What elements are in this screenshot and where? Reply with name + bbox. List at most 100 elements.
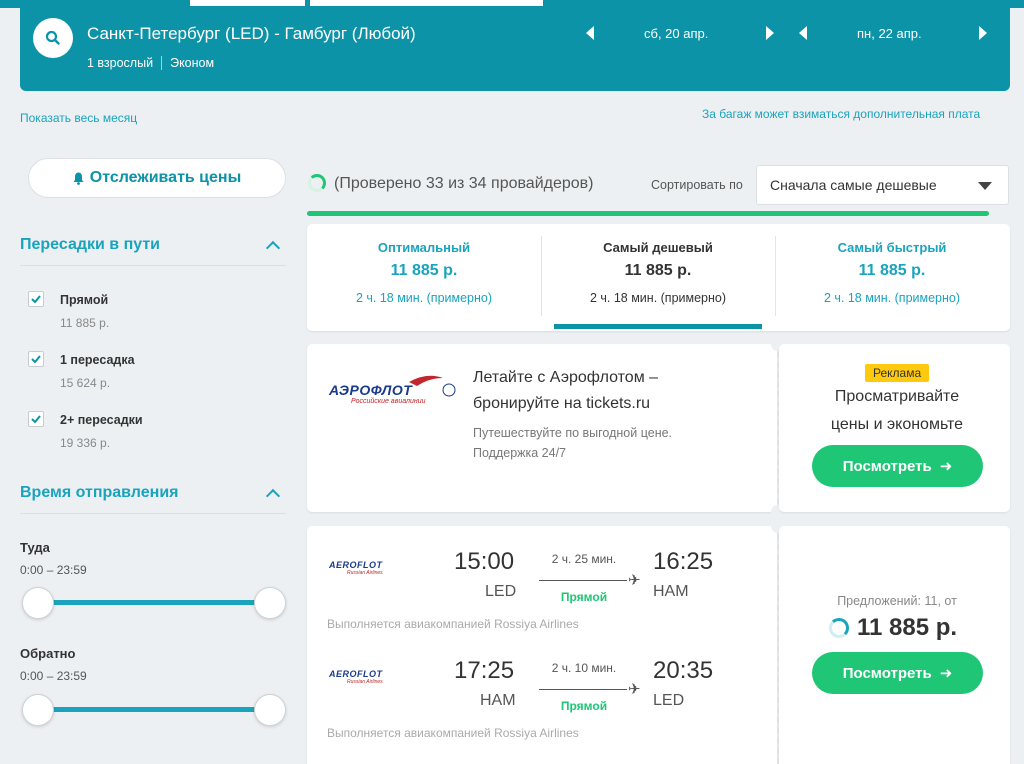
return-slider-min-handle[interactable] bbox=[22, 694, 54, 726]
ad-card[interactable]: АЭРОФЛОТ Российские авиалинии Летайте с … bbox=[307, 344, 777, 512]
stop-option-price: 15 624 р. bbox=[60, 376, 111, 390]
search-button[interactable] bbox=[33, 18, 73, 58]
sort-label: Сортировать по bbox=[651, 178, 743, 192]
search-header: Санкт-Петербург (LED) - Гамбург (Любой) … bbox=[20, 8, 1010, 91]
ad-title-line: бронируйте на tickets.ru bbox=[473, 395, 651, 412]
route-title[interactable]: Санкт-Петербург (LED) - Гамбург (Любой) bbox=[87, 24, 416, 44]
active-tab-indicator bbox=[554, 324, 762, 329]
stops-filter-title[interactable]: Пересадки в пути bbox=[20, 236, 160, 254]
offers-count: Предложений: 11, от bbox=[837, 594, 957, 608]
airline-logo-sub: Russian Airlines bbox=[347, 679, 383, 685]
stop-option-price: 19 336 р. bbox=[60, 436, 111, 450]
return-date[interactable]: пн, 22 апр. bbox=[857, 26, 922, 41]
return-range: 0:00 – 23:59 bbox=[20, 669, 87, 683]
track-prices-button[interactable]: Отслеживать цены bbox=[28, 158, 286, 198]
tab-cheapest[interactable]: Самый дешевый 11 885 р. 2 ч. 18 мин. (пр… bbox=[541, 224, 775, 331]
return-slider-max-handle[interactable] bbox=[254, 694, 286, 726]
tab-fastest[interactable]: Самый быстрый 11 885 р. 2 ч. 18 мин. (пр… bbox=[775, 224, 1009, 331]
leg-departure-time: 15:00 bbox=[454, 548, 515, 575]
ad-title-line: Летайте с Аэрофлотом – bbox=[473, 369, 659, 386]
airline-logo: AEROFLOT Russian Airlines bbox=[329, 560, 383, 576]
return-slider-track[interactable] bbox=[38, 707, 270, 712]
next-depart-date-icon[interactable] bbox=[766, 26, 774, 40]
passengers-count: 1 взрослый bbox=[87, 56, 154, 70]
tab-duration: 2 ч. 18 мин. (примерно) bbox=[589, 291, 727, 305]
view-offer-button-label: Посмотреть bbox=[842, 664, 932, 682]
loading-spinner-icon bbox=[308, 174, 326, 192]
leg-duration: 2 ч. 25 мин. bbox=[551, 552, 617, 566]
leg-departure-airport: HAM bbox=[480, 692, 516, 709]
ad-view-button[interactable]: Посмотреть ➜ bbox=[812, 445, 983, 487]
airline-logo-word: AEROFLOT bbox=[329, 560, 383, 570]
providers-checked-status: (Проверено 33 из 34 провайдеров) bbox=[334, 175, 594, 192]
tab-price: 11 885 р. bbox=[390, 262, 458, 279]
return-label: Обратно bbox=[20, 646, 76, 661]
prev-return-date-icon[interactable] bbox=[799, 26, 807, 40]
outbound-label: Туда bbox=[20, 540, 50, 555]
leg-stops: Прямой bbox=[560, 699, 608, 713]
stop-option-label[interactable]: 1 пересадка bbox=[60, 353, 135, 367]
checkbox-2-plus-stops[interactable] bbox=[28, 411, 44, 427]
airplane-icon: ✈ bbox=[628, 681, 641, 698]
sort-selected-value: Сначала самые дешевые bbox=[770, 177, 937, 193]
bell-icon bbox=[73, 172, 84, 185]
ad-cta-line: Просматривайте bbox=[834, 388, 960, 405]
sort-select[interactable]: Сначала самые дешевые bbox=[756, 165, 1009, 205]
ad-logo-word: АЭРОФЛОТ bbox=[329, 382, 413, 398]
chevron-up-icon[interactable] bbox=[265, 488, 281, 504]
flight-result-card[interactable]: AEROFLOT Russian Airlines 15:00 LED 2 ч.… bbox=[307, 526, 777, 764]
leg-arrival-time: 16:25 bbox=[653, 548, 714, 575]
divider bbox=[161, 56, 163, 70]
stop-option-label[interactable]: Прямой bbox=[60, 293, 108, 307]
loading-spinner-icon bbox=[829, 618, 849, 638]
tab-duration: 2 ч. 18 мин. (примерно) bbox=[823, 291, 961, 305]
search-icon bbox=[45, 30, 60, 45]
leg-duration: 2 ч. 10 мин. bbox=[551, 661, 617, 675]
ad-view-button-label: Посмотреть bbox=[842, 457, 932, 475]
departure-time-filter-title[interactable]: Время отправления bbox=[20, 484, 179, 502]
track-prices-label: Отслеживать цены bbox=[89, 169, 242, 186]
aeroflot-logo: АЭРОФЛОТ Российские авиалинии bbox=[329, 375, 456, 405]
outbound-slider-max-handle[interactable] bbox=[254, 587, 286, 619]
prev-depart-date-icon[interactable] bbox=[586, 26, 594, 40]
ad-subtitle-line: Поддержка 24/7 bbox=[473, 446, 567, 460]
leg-route-line bbox=[539, 689, 627, 690]
stop-option-label[interactable]: 2+ пересадки bbox=[60, 413, 143, 427]
tab-title: Самый быстрый bbox=[837, 240, 947, 255]
caret-down-icon bbox=[978, 182, 992, 190]
ad-badge: Реклама bbox=[865, 364, 930, 382]
depart-date[interactable]: сб, 20 апр. bbox=[644, 26, 708, 41]
leg-operated-by: Выполняется авиакомпанией Rossiya Airlin… bbox=[327, 726, 579, 740]
top-strip bbox=[0, 0, 1024, 8]
outbound-slider-min-handle[interactable] bbox=[22, 587, 54, 619]
tab-optimal[interactable]: Оптимальный 11 885 р. 2 ч. 18 мин. (прим… bbox=[307, 224, 541, 331]
airline-logo-word: AEROFLOT bbox=[329, 669, 383, 679]
ad-subtitle-line: Путешествуйте по выгодной цене. bbox=[473, 426, 673, 440]
cabin-class: Эконом bbox=[170, 56, 215, 70]
leg-arrival-time: 20:35 bbox=[653, 657, 714, 684]
arrow-right-icon: ➜ bbox=[939, 458, 953, 475]
stop-option-price: 11 885 р. bbox=[60, 316, 110, 330]
outbound-slider-track[interactable] bbox=[38, 600, 270, 605]
baggage-note: За багаж может взиматься дополнительная … bbox=[702, 107, 981, 121]
leg-arrival-airport: LED bbox=[653, 692, 685, 709]
tab-title: Оптимальный bbox=[377, 240, 471, 255]
show-month-link[interactable]: Показать весь месяц bbox=[20, 111, 137, 125]
tab-duration: 2 ч. 18 мин. (примерно) bbox=[355, 291, 493, 305]
view-offer-button[interactable]: Посмотреть ➜ bbox=[812, 652, 983, 694]
search-progress-bar bbox=[307, 211, 989, 216]
leg-departure-time: 17:25 bbox=[454, 657, 515, 684]
chevron-up-icon[interactable] bbox=[265, 240, 281, 256]
ad-cta-panel: Реклама Просматривайте цены и экономьте … bbox=[779, 344, 1010, 512]
divider bbox=[20, 513, 286, 514]
result-price-value: 11 885 р. bbox=[857, 614, 958, 641]
result-price-panel: Предложений: 11, от 11 885 р. Посмотреть… bbox=[779, 526, 1010, 764]
check-icon bbox=[31, 355, 41, 363]
outbound-range: 0:00 – 23:59 bbox=[20, 563, 87, 577]
checkbox-1-stop[interactable] bbox=[28, 351, 44, 367]
checkbox-direct[interactable] bbox=[28, 291, 44, 307]
airline-logo: AEROFLOT Russian Airlines bbox=[329, 669, 383, 685]
next-return-date-icon[interactable] bbox=[979, 26, 987, 40]
ad-cta-text: Просматривайте цены и экономьте bbox=[779, 383, 1015, 439]
passengers-summary[interactable]: 1 взрослый Эконом bbox=[87, 56, 214, 70]
